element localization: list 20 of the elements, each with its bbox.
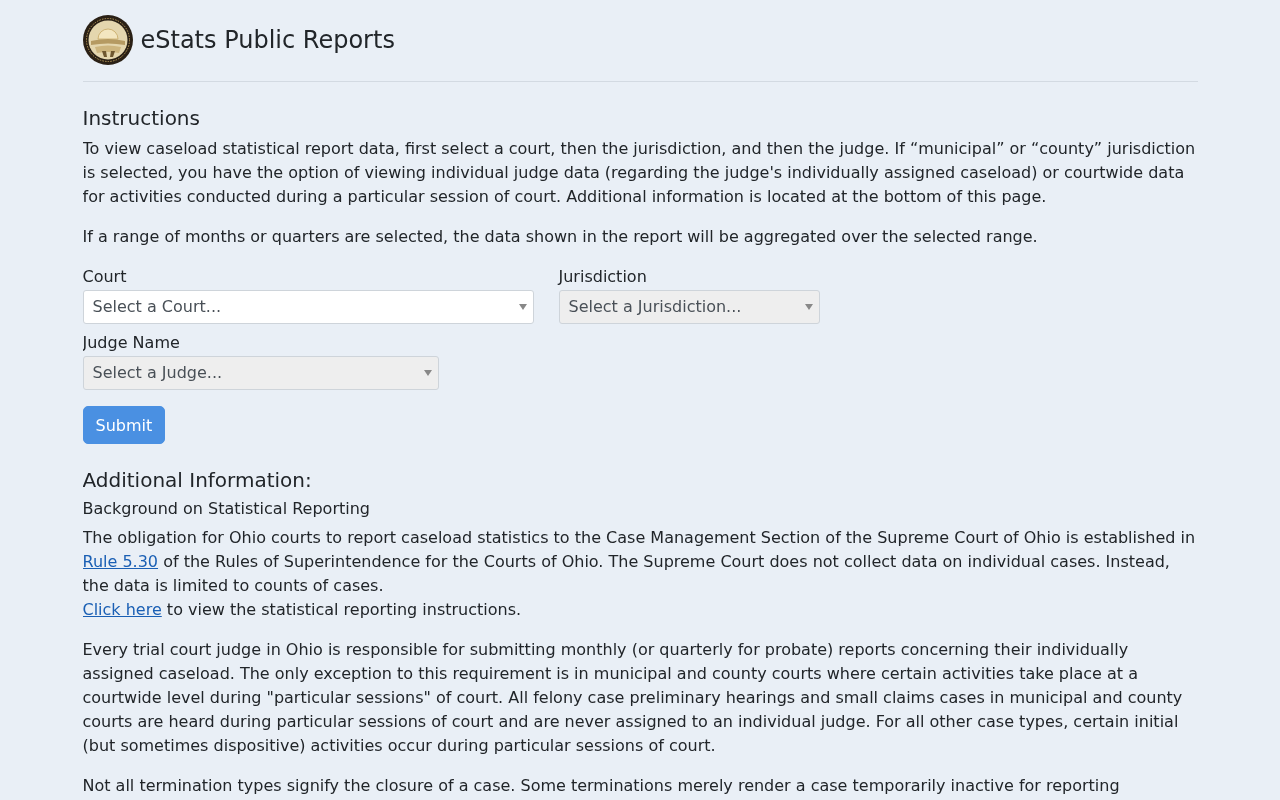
paragraph-text: The obligation for Ohio courts to report caseload statistics to the Case Management Section of the Supreme Court of Ohio is established in Rule 5.30 of the Rules of Superintendence for the Courts of Ohio. The Supreme Court does not collect data on individual cases. Instead, the data is limited to counts of cases. [82, 527, 1197, 597]
site-title: eStats Public Reports [140, 25, 395, 55]
link[interactable]: Click here [82, 600, 162, 619]
paragraph-text: Click here to view the statistical reporting instructions. [82, 599, 523, 621]
field-label: Court [82, 266, 128, 288]
dropdown-field[interactable]: Select a Court... [82, 290, 534, 324]
paragraph-text: To view caseload statistical report data, first select a court, then the jurisdiction, and then the judge. If “municipal” or “county” jurisdiction is selected, you have the option of viewing individual judge data (regarding the judge's individually assigned caseload) or courtwide data for activities conducted during a particular session of court. Additional information is located at the bottom of this page. [82, 138, 1197, 208]
paragraph-text: If a range of months or quarters are selected, the data shown in the report will be aggregated over the selected range. [82, 226, 1039, 248]
caret-icon [423, 370, 432, 376]
section-heading: Instructions [82, 106, 201, 130]
seal-logo [82, 15, 133, 65]
paragraph-text: Every trial court judge in Ohio is responsible for submitting monthly (or quarterly for probate) reports concerning their individually assigned caseload. The only exception to this requirement is in municipal and county courts where certain activities take place at a courtwide level during "particular sessions" of court. All felony case preliminary hearings and small claims cases in municipal and county courts are heard during particular sessions of court and are never assigned to an individual judge. For all other case types, certain initial (but sometimes dispositive) activities occur during particular sessions of court. [82, 639, 1184, 757]
paragraph-text: Not all termination types signify the closure of a case. Some terminations merely render a case temporarily inactive for reporting [82, 775, 1121, 797]
field-label: Jurisdiction [558, 266, 648, 288]
caret-icon [804, 304, 813, 310]
caret-icon [518, 304, 527, 310]
field-label: Judge Name [82, 332, 181, 354]
section-heading: Additional Information: [82, 468, 313, 492]
link[interactable]: Rule 5.30 [82, 552, 159, 571]
subheading: Background on Statistical Reporting [82, 498, 371, 520]
